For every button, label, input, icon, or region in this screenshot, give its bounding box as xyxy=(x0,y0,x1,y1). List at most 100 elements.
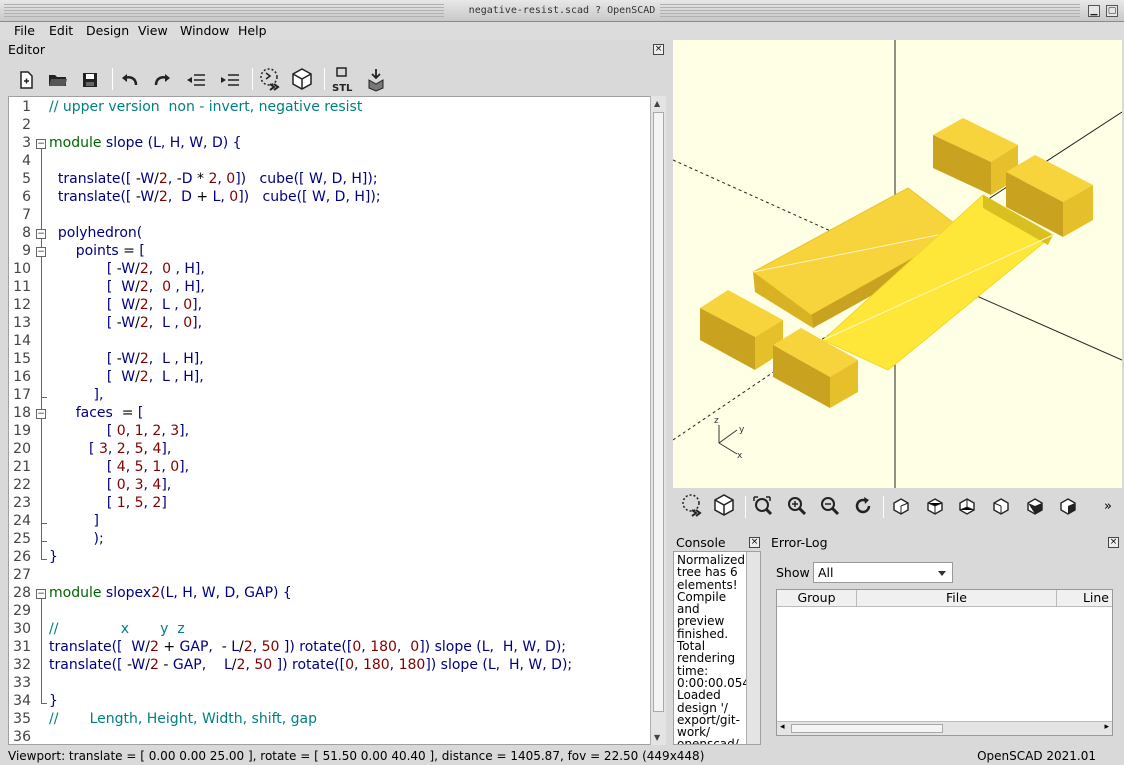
status-bar: Viewport: translate = [ 0.00 0.00 25.00 … xyxy=(0,747,1124,765)
fold-toggle-icon[interactable]: − xyxy=(36,247,46,257)
line-number: 14 xyxy=(13,333,31,349)
console-close-icon[interactable]: × xyxy=(749,537,760,548)
console-line: rendering xyxy=(677,651,736,666)
more-icon[interactable]: » xyxy=(1098,492,1118,520)
code-line: ] xyxy=(49,513,99,529)
error-log-close-icon[interactable]: × xyxy=(1108,537,1119,548)
line-number: 6 xyxy=(22,189,31,205)
column-header-group[interactable]: Group xyxy=(777,590,857,607)
window-title-bar[interactable]: negative-resist.scad ? OpenSCAD ▁ ▢ xyxy=(0,0,1124,22)
code-line: } xyxy=(49,549,58,565)
toolbar-separator xyxy=(745,496,746,518)
error-log-horizontal-scrollbar[interactable]: ◂ ▸ xyxy=(777,721,1112,735)
code-line: [ 1, 5, 2] xyxy=(49,495,167,511)
view-right-icon[interactable] xyxy=(887,492,915,520)
line-number: 21 xyxy=(13,459,31,475)
menu-file[interactable]: File xyxy=(14,23,35,38)
render-icon[interactable] xyxy=(288,66,316,94)
code-line: points = [ xyxy=(49,243,145,259)
gizmo-z-label: z xyxy=(714,416,719,426)
minimize-button[interactable]: ▁ xyxy=(1088,5,1100,17)
line-number: 12 xyxy=(13,297,31,313)
save-icon[interactable] xyxy=(76,66,104,94)
fold-toggle-icon[interactable]: − xyxy=(36,229,46,239)
redo-icon[interactable] xyxy=(148,66,176,94)
line-number-gutter: 1 2 3 4 5 6 7 8 9 10 11 12 13 14 15 16 17 18 19 20 21 22 23 24 2… xyxy=(9,97,47,744)
unindent-icon[interactable] xyxy=(182,66,210,94)
toolbar-separator xyxy=(252,68,253,90)
line-number: 15 xyxy=(13,351,31,367)
preview-icon[interactable] xyxy=(678,492,706,520)
line-number: 28 xyxy=(13,585,31,601)
menu-edit[interactable]: Edit xyxy=(49,23,73,38)
editor-close-icon[interactable]: × xyxy=(653,44,664,55)
zoom-out-icon[interactable] xyxy=(816,492,844,520)
preview-icon[interactable] xyxy=(256,66,284,94)
code-line: } xyxy=(49,693,58,709)
console-output[interactable]: Normalized tree has 6 elements! Compile and p… xyxy=(673,551,761,745)
render-icon[interactable] xyxy=(710,492,738,520)
scroll-right-icon[interactable]: ▸ xyxy=(1104,722,1109,732)
line-number: 19 xyxy=(13,423,31,439)
line-number: 34 xyxy=(13,693,31,709)
error-log-scroll-thumb[interactable] xyxy=(791,724,943,733)
column-header-line[interactable]: Line xyxy=(1057,590,1112,607)
code-line: [ W/2, L , H], xyxy=(49,369,204,385)
view-back-icon[interactable] xyxy=(1054,492,1082,520)
open-file-icon[interactable] xyxy=(44,66,72,94)
view-bottom-icon[interactable] xyxy=(953,492,981,520)
view-toolbar: » xyxy=(673,490,1124,524)
gizmo-x xyxy=(718,442,738,455)
maximize-button[interactable]: ▢ xyxy=(1106,5,1118,17)
line-number: 35 xyxy=(13,711,31,727)
fold-toggle-icon[interactable]: − xyxy=(36,589,46,599)
menu-view[interactable]: View xyxy=(138,23,168,38)
editor-vertical-scrollbar[interactable]: ▲ ▼ xyxy=(650,96,666,745)
view-top-icon[interactable] xyxy=(921,492,949,520)
line-number: 13 xyxy=(13,315,31,331)
fold-toggle-icon[interactable]: − xyxy=(36,409,46,419)
code-line: translate([ -W/2, -D * 2, 0]) cube([ W, … xyxy=(49,171,378,187)
scroll-down-icon[interactable]: ▼ xyxy=(654,733,660,742)
toolbar-separator xyxy=(324,68,325,90)
line-number: 25 xyxy=(13,531,31,547)
code-line: polyhedron( xyxy=(49,225,143,241)
export-stl-icon[interactable]: STL xyxy=(328,66,356,94)
scroll-left-icon[interactable]: ◂ xyxy=(780,722,785,732)
line-number: 17 xyxy=(13,387,31,403)
console-line: Loaded xyxy=(677,688,721,703)
menu-window[interactable]: Window xyxy=(180,23,229,38)
scroll-up-icon[interactable]: ▲ xyxy=(654,99,660,108)
send-to-print-icon[interactable] xyxy=(362,66,390,94)
fold-toggle-icon[interactable]: − xyxy=(36,139,46,149)
code-line: [ 0, 1, 2, 3], xyxy=(49,423,190,439)
menu-help[interactable]: Help xyxy=(238,23,267,38)
zoom-in-icon[interactable] xyxy=(783,492,811,520)
view-left-icon[interactable] xyxy=(987,492,1015,520)
reset-view-icon[interactable] xyxy=(849,492,877,520)
3d-viewport[interactable]: z y x xyxy=(673,40,1122,488)
stl-label: STL xyxy=(332,83,353,93)
new-file-icon[interactable] xyxy=(12,66,40,94)
code-editor[interactable]: 1 2 3 4 5 6 7 8 9 10 11 12 13 14 15 16 17 18 19 20 21 22 23 24 2… xyxy=(8,96,666,745)
toolbar-separator xyxy=(883,496,884,518)
error-log-table[interactable]: Group File Line ◂ ▸ xyxy=(776,589,1113,736)
view-front-icon[interactable] xyxy=(1021,492,1049,520)
menu-design[interactable]: Design xyxy=(86,23,129,38)
editor-scroll-thumb[interactable] xyxy=(653,112,664,712)
console-scrollbar[interactable] xyxy=(746,552,760,744)
undo-icon[interactable] xyxy=(116,66,144,94)
version-label: OpenSCAD 2021.01 xyxy=(977,749,1096,763)
console-line: tree has 6 xyxy=(677,565,738,580)
show-filter-select[interactable]: All xyxy=(813,562,953,583)
line-number: 4 xyxy=(22,153,31,169)
show-filter-label: Show xyxy=(776,565,810,580)
column-header-file[interactable]: File xyxy=(857,590,1057,607)
line-number: 7 xyxy=(22,207,31,223)
chevron-down-icon xyxy=(938,571,946,576)
window-title: negative-resist.scad ? OpenSCAD xyxy=(468,5,656,16)
error-log-dock-title: Error-Log xyxy=(771,535,828,550)
code-line: ); xyxy=(49,531,104,547)
indent-icon[interactable] xyxy=(216,66,244,94)
zoom-all-icon[interactable] xyxy=(749,492,777,520)
